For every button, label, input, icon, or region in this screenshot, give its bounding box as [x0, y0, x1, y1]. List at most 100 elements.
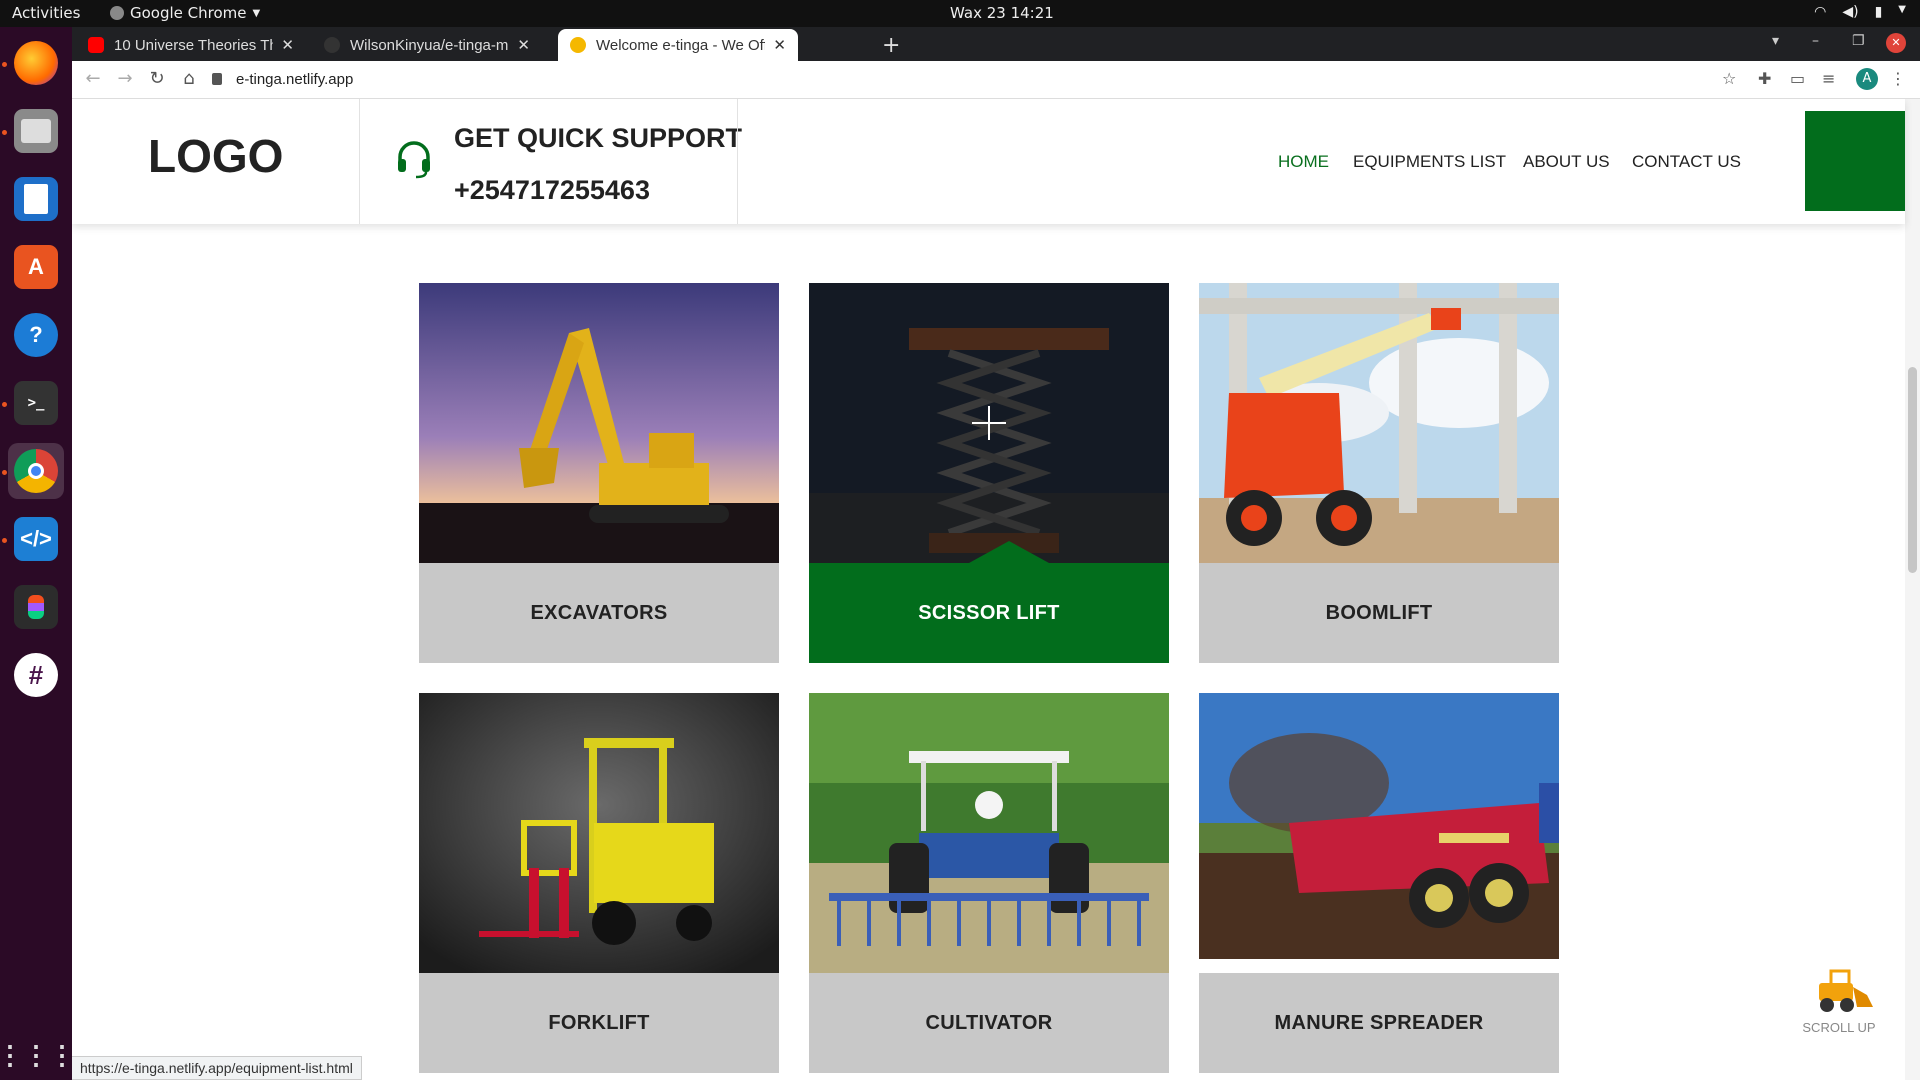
- forklift-image: [419, 693, 779, 973]
- document-icon: [14, 177, 58, 221]
- close-tab-icon[interactable]: ✕: [281, 36, 294, 54]
- reload-icon[interactable]: ↻: [146, 68, 168, 90]
- figma-icon: [14, 585, 58, 629]
- tab-title: WilsonKinyua/e-tinga-mo: [350, 36, 510, 54]
- app-menu[interactable]: Google Chrome ▼: [110, 4, 260, 22]
- support-phone[interactable]: +254717255463: [454, 175, 650, 206]
- running-indicator: [2, 62, 7, 67]
- loader-icon: [1819, 969, 1873, 1012]
- nav-equipments-list[interactable]: EQUIPMENTS LIST: [1353, 152, 1506, 172]
- page-scrollbar[interactable]: [1905, 99, 1920, 1080]
- cast-icon[interactable]: ▭: [1790, 69, 1805, 88]
- software-store-icon: A: [14, 245, 58, 289]
- caret-down-icon: ▼: [252, 7, 261, 19]
- restore-icon[interactable]: ❐: [1852, 33, 1865, 49]
- equipment-label-text: SCISSOR LIFT: [918, 601, 1060, 624]
- profile-avatar[interactable]: A: [1856, 68, 1878, 90]
- nav-home[interactable]: HOME: [1278, 152, 1329, 172]
- scrollbar-thumb[interactable]: [1908, 367, 1917, 573]
- home-icon[interactable]: ⌂: [178, 68, 200, 90]
- header-cta-button[interactable]: [1805, 111, 1905, 211]
- header-divider: [737, 99, 738, 224]
- cultivator-image: [809, 693, 1169, 973]
- dock-terminal[interactable]: >_: [8, 375, 64, 431]
- more-menu-icon[interactable]: ⋮: [1890, 69, 1906, 88]
- dock-writer[interactable]: [8, 171, 64, 227]
- extensions-icon[interactable]: ✚: [1758, 69, 1771, 88]
- dock-files[interactable]: [8, 103, 64, 159]
- app-menu-label: Google Chrome: [130, 4, 247, 22]
- clock[interactable]: Wax 23 14:21: [950, 4, 1054, 22]
- back-icon[interactable]: ←: [82, 68, 104, 90]
- minimize-icon[interactable]: –: [1812, 33, 1819, 49]
- site-header: LOGO GET QUICK SUPPORT +254717255463 HOM…: [72, 99, 1905, 224]
- terminal-icon: >_: [14, 381, 58, 425]
- running-indicator: [2, 130, 7, 135]
- help-icon: ?: [14, 313, 58, 357]
- scissor-lift-image: [809, 283, 1169, 563]
- dock-show-apps[interactable]: ⋮⋮⋮: [0, 1027, 75, 1080]
- dock: A ? >_ </> # ⋮⋮⋮: [0, 27, 75, 1080]
- close-window-icon[interactable]: ✕: [1886, 33, 1906, 53]
- status-bar-url: https://e-tinga.netlify.app/equipment-li…: [72, 1056, 362, 1080]
- site-logo[interactable]: LOGO: [148, 129, 283, 183]
- equipment-card-boomlift[interactable]: BOOMLIFT: [1199, 283, 1559, 663]
- dock-chrome[interactable]: [8, 443, 64, 499]
- dock-firefox[interactable]: [8, 35, 64, 91]
- close-tab-icon[interactable]: ✕: [773, 36, 786, 54]
- equipment-label: BOOMLIFT: [1199, 563, 1559, 663]
- browser-toolbar: ← → ↻ ⌂ e-tinga.netlify.app ☆ ✚ ▭ ≡ A ⋮: [72, 61, 1920, 99]
- dock-slack[interactable]: #: [8, 647, 64, 703]
- tab-title: Welcome e-tinga - We Off: [596, 36, 766, 54]
- equipment-card-excavators[interactable]: EXCAVATORS: [419, 283, 779, 663]
- equipment-label: MANURE SPREADER: [1199, 973, 1559, 1073]
- dock-software[interactable]: A: [8, 239, 64, 295]
- equipment-label: EXCAVATORS: [419, 563, 779, 663]
- system-top-bar: Activities Google Chrome ▼ Wax 23 14:21 …: [0, 0, 1920, 27]
- running-indicator: [2, 538, 7, 543]
- tab-youtube[interactable]: 10 Universe Theories That ✕: [76, 29, 306, 61]
- forward-icon[interactable]: →: [114, 68, 136, 90]
- tab-e-tinga[interactable]: Welcome e-tinga - We Off ✕: [558, 29, 798, 61]
- youtube-favicon-icon: [88, 37, 104, 53]
- media-icon[interactable]: ≡: [1822, 69, 1835, 88]
- scroll-up-button[interactable]: SCROLL UP: [1784, 969, 1894, 1035]
- headset-icon: [398, 141, 430, 179]
- tab-title: 10 Universe Theories That: [114, 36, 274, 54]
- firefox-icon: [14, 41, 58, 85]
- scroll-up-label: SCROLL UP: [1802, 1020, 1876, 1035]
- close-tab-icon[interactable]: ✕: [517, 36, 530, 54]
- dock-figma[interactable]: [8, 579, 64, 635]
- tab-search-icon[interactable]: ▾: [1772, 33, 1779, 49]
- dock-vscode[interactable]: </>: [8, 511, 64, 567]
- dock-help[interactable]: ?: [8, 307, 64, 363]
- new-tab-icon[interactable]: +: [882, 33, 900, 58]
- chrome-app-icon: [110, 6, 124, 20]
- equipment-card-cultivator[interactable]: CULTIVATOR: [809, 693, 1169, 1073]
- tab-github[interactable]: WilsonKinyua/e-tinga-mo ✕: [312, 29, 542, 61]
- nav-contact-us[interactable]: CONTACT US: [1632, 152, 1741, 172]
- bookmark-star-icon[interactable]: ☆: [1722, 69, 1736, 88]
- system-tray[interactable]: ◠ ◀) ▮ ▼: [1814, 4, 1906, 20]
- page-viewport: LOGO GET QUICK SUPPORT +254717255463 HOM…: [72, 99, 1920, 1080]
- manure-spreader-image: [1199, 693, 1559, 959]
- tab-strip: 10 Universe Theories That ✕ WilsonKinyua…: [72, 27, 1920, 61]
- running-indicator: [2, 402, 7, 407]
- excavator-image: [419, 283, 779, 563]
- activities-button[interactable]: Activities: [12, 4, 80, 22]
- chrome-icon: [14, 449, 58, 493]
- equipment-card-forklift[interactable]: FORKLIFT: [419, 693, 779, 1073]
- url-text: e-tinga.netlify.app: [236, 71, 354, 88]
- caret-down-icon: ▼: [1898, 4, 1906, 15]
- equipment-card-scissor-lift[interactable]: SCISSOR LIFT: [809, 283, 1169, 663]
- boomlift-image: [1199, 283, 1559, 563]
- github-favicon-icon: [324, 37, 340, 53]
- address-bar[interactable]: e-tinga.netlify.app: [212, 66, 1822, 94]
- equipment-label: FORKLIFT: [419, 973, 779, 1073]
- equipment-card-manure-spreader[interactable]: MANURE SPREADER: [1199, 693, 1559, 1073]
- header-divider: [359, 99, 360, 224]
- nav-about-us[interactable]: ABOUT US: [1523, 152, 1610, 172]
- running-indicator: [2, 470, 7, 475]
- battery-icon: ▮: [1874, 4, 1883, 20]
- volume-icon: ◀): [1842, 4, 1859, 20]
